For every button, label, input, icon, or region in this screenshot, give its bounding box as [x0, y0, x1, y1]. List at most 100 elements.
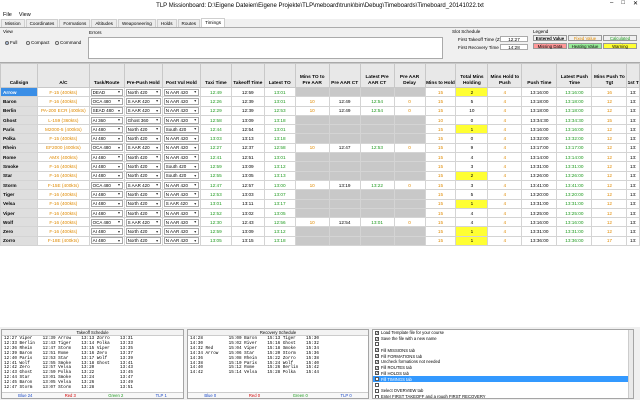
cell-first[interactable]: 13: [626, 161, 640, 172]
chevron-down-icon[interactable]: ▼ [193, 239, 196, 243]
cell-dropdown[interactable]: AI 480 ▼ [90, 228, 123, 236]
chevron-down-icon[interactable]: ▼ [117, 137, 120, 141]
cell-cs[interactable]: Tiger [0, 189, 39, 200]
chevron-down-icon[interactable]: ▼ [117, 192, 120, 196]
cell-m2p[interactable] [294, 152, 330, 163]
column-header[interactable]: Takeoff Time [230, 63, 265, 88]
cell-to[interactable]: 12:54 [230, 124, 265, 135]
cell-cs[interactable]: Zorro [0, 235, 39, 247]
cell-m2p[interactable]: 10 [294, 179, 330, 191]
table-row[interactable]: Tiger F-16 (400kts) AI 480 ▼ North 420 ▼ N AAR… [0, 189, 640, 200]
cell-post[interactable]: N AAR 420 ▼ [161, 235, 201, 247]
cell-dropdown[interactable]: North 420 ▼ [125, 88, 161, 96]
cell-lpct[interactable] [359, 133, 395, 144]
cell-dropdown[interactable]: AI 480 ▼ [90, 135, 123, 143]
chevron-down-icon[interactable]: ▼ [193, 211, 196, 215]
cell-post[interactable]: N AAR 420 ▼ [161, 105, 201, 116]
checkbox[interactable] [375, 394, 379, 398]
first-recovery-input[interactable]: 14:28 [500, 44, 528, 50]
cell-ac[interactable]: M2000-5 (400kts) [37, 124, 90, 135]
chevron-down-icon[interactable]: ▼ [193, 230, 196, 234]
cell-post[interactable]: N AAR 420 ▼ [161, 217, 201, 228]
chevron-down-icon[interactable]: ▼ [193, 183, 196, 187]
cell-pct[interactable]: 12:54 [328, 217, 361, 228]
cell-lto[interactable]: 13:13 [263, 170, 296, 181]
cell-pre[interactable]: North 420 ▼ [123, 235, 163, 247]
chevron-down-icon[interactable]: ▼ [155, 192, 158, 196]
cell-dropdown[interactable]: N AAR 420 ▼ [163, 237, 199, 245]
cell-post[interactable]: N AAR 420 ▼ [161, 179, 201, 191]
cell-to[interactable]: 13:03 [230, 189, 265, 200]
cell-task[interactable]: DEAD ▼ [88, 86, 125, 98]
cell-dropdown[interactable]: North 420 ▼ [125, 209, 161, 217]
cell-taxi[interactable]: 12:44 [199, 124, 232, 135]
cell-dropdown[interactable]: North 420 ▼ [125, 125, 161, 133]
cell-lto[interactable]: 12:58 [263, 142, 296, 154]
cell-mpt[interactable]: 12 [591, 96, 628, 107]
cell-m2h[interactable]: 15 [424, 142, 457, 154]
cell-m2p[interactable] [294, 207, 330, 219]
cell-cs[interactable]: Berlin [0, 105, 39, 116]
table-row[interactable]: Berlin PA-200 ECR (400kts) SEAD 480 ▼ S AAR … [0, 105, 640, 116]
cell-first[interactable]: 13: [626, 207, 640, 219]
chevron-down-icon[interactable]: ▼ [117, 109, 120, 113]
column-header[interactable]: 1st T [626, 63, 640, 88]
cell-dropdown[interactable]: S AAR 420 ▼ [125, 97, 161, 105]
cell-m2p[interactable]: 10 [294, 217, 330, 228]
cell-dropdown[interactable]: N AAR 420 ▼ [163, 153, 199, 161]
cell-taxi[interactable]: 12:53 [199, 189, 232, 200]
cell-m2p[interactable] [294, 198, 330, 209]
cell-post[interactable]: N AAR 420 ▼ [161, 207, 201, 219]
cell-first[interactable]: 13: [626, 142, 640, 154]
chevron-down-icon[interactable]: ▼ [117, 118, 120, 122]
column-header[interactable]: Total Mins Holding [455, 63, 489, 88]
cell-pd[interactable] [393, 114, 426, 126]
column-header[interactable]: Mins to Hold [424, 63, 457, 88]
cell-pre[interactable]: S AAR 420 ▼ [123, 179, 163, 191]
cell-taxi[interactable]: 13:05 [199, 235, 232, 247]
chevron-down-icon[interactable]: ▼ [193, 109, 196, 113]
errors-box[interactable] [88, 37, 443, 59]
cell-to[interactable]: 12:59 [230, 86, 265, 98]
column-header[interactable]: Latest Push Time [556, 63, 593, 88]
cell-lto[interactable]: 13:18 [263, 235, 296, 247]
table-row[interactable]: Smoke F-16 (400kts) AI 480 ▼ North 420 ▼ South… [0, 161, 640, 172]
cell-push[interactable]: 13:16:00 [521, 124, 558, 135]
cell-lto[interactable]: 12:53 [263, 105, 296, 116]
cell-push[interactable]: 13:18:00 [521, 96, 558, 107]
cell-pre[interactable]: Ghost 360 ▼ [123, 114, 163, 126]
view-compact-radio[interactable]: Compact [26, 40, 49, 45]
cell-lto[interactable]: 13:01 [263, 124, 296, 135]
cell-task[interactable]: AI 480 ▼ [88, 235, 125, 247]
cell-pre[interactable]: S AAR 420 ▼ [123, 217, 163, 228]
cell-to[interactable]: 12:51 [230, 152, 265, 163]
cell-task[interactable]: AI 480 ▼ [88, 170, 125, 181]
cell-task[interactable]: AI 480 ▼ [88, 189, 125, 200]
cell-lpct[interactable] [359, 124, 395, 135]
cell-first[interactable]: 13: [626, 198, 640, 209]
checklist-panel[interactable]: ✓ Load Template file for your course ✓ Save… [372, 329, 634, 399]
checkbox[interactable]: ✓ [375, 359, 379, 364]
chevron-down-icon[interactable]: ▼ [117, 202, 120, 206]
cell-lto[interactable]: 12:56 [263, 217, 296, 228]
cell-m2p[interactable] [294, 170, 330, 181]
table-row[interactable]: Zero F-16 (400kts) AI 480 ▼ North 420 ▼ N AAR … [0, 226, 640, 237]
cell-task[interactable]: AI 480 ▼ [88, 226, 125, 237]
cell-pd[interactable] [393, 86, 426, 98]
cell-pd[interactable] [393, 152, 426, 163]
cell-pd[interactable]: 0 [393, 96, 426, 107]
cell-post[interactable]: N AAR 420 ▼ [161, 226, 201, 237]
cell-lto[interactable]: 13:17 [263, 198, 296, 209]
tab-timings[interactable]: Timings [201, 18, 225, 27]
chevron-down-icon[interactable]: ▼ [155, 230, 158, 234]
cell-dropdown[interactable]: N AAR 420 ▼ [163, 209, 199, 217]
cell-m2p[interactable] [294, 226, 330, 237]
cell-to[interactable]: 13:13 [230, 133, 265, 144]
cell-dropdown[interactable]: N AAR 420 ▼ [163, 190, 199, 198]
cell-dropdown[interactable]: S AAR 420 ▼ [163, 200, 199, 208]
cell-dropdown[interactable]: North 420 ▼ [125, 228, 161, 236]
cell-ac[interactable]: F-16 (400kts) [37, 96, 90, 107]
tab-altitudes[interactable]: Altitudes [91, 19, 117, 27]
cell-m2p[interactable]: 10 [294, 142, 330, 154]
column-header[interactable]: Latest TO [263, 63, 296, 88]
